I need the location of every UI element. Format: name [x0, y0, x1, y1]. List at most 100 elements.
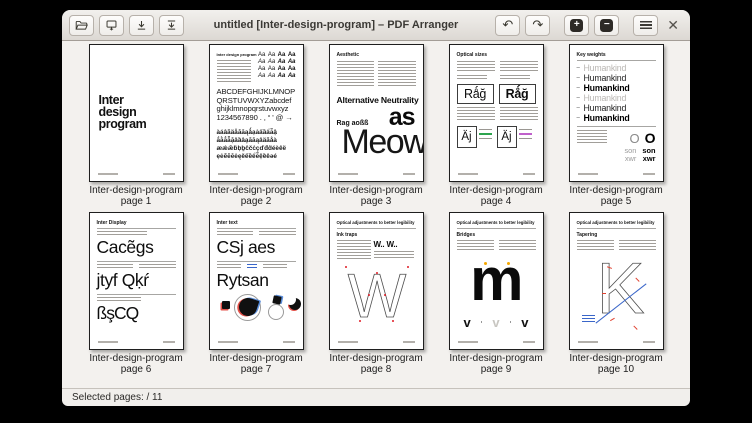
page-caption: Inter-design-programpage 7 — [209, 353, 302, 375]
square-shape — [222, 301, 230, 309]
page-footer — [218, 341, 295, 343]
section-header: Inter text — [217, 220, 296, 226]
weight-grid: AaAaAaAa AaAaAaAa AaAaAaAa AaAaAaAa — [258, 52, 296, 82]
toolbar-left — [69, 15, 184, 36]
accented-glyphs-block: àáâãäåāăąǻạảấầẩẫậ ắằẳẵặǎȁȃḁāăąâäãåà æǽǣḃ… — [217, 129, 296, 162]
page-1-thumbnail[interactable]: Inter design program — [89, 44, 184, 182]
headerbar: untitled [Inter-design-program] – PDF Ar… — [62, 10, 690, 41]
page-footer — [458, 173, 535, 175]
folder-open-icon — [75, 19, 88, 32]
import-button[interactable] — [129, 15, 154, 36]
greeked-paragraph — [577, 130, 607, 145]
specimen-title: Inter design program — [99, 95, 147, 130]
undo-icon: ↶ — [502, 19, 513, 32]
sub-header: Bridges — [457, 232, 536, 238]
page-footer — [218, 173, 295, 175]
greeked-label-with-link — [217, 264, 296, 268]
page-6-thumbnail[interactable]: Inter Display Cacẽgs jtyf Qḳŕ ßşCQ — [89, 212, 184, 350]
page-footer — [578, 173, 655, 175]
close-button[interactable]: ✕ — [663, 17, 683, 34]
greeked-columns — [457, 107, 536, 120]
page-caption: Inter-design-programpage 8 — [329, 353, 422, 375]
redo-button[interactable]: ↷ — [525, 15, 550, 36]
page-footer — [458, 341, 535, 343]
bridge-diagram: m — [457, 253, 536, 315]
section-header: Inter Display — [97, 220, 176, 226]
page-3-thumbnail[interactable]: Aesthetic Alternative Neutrality Rag aoß… — [329, 44, 424, 182]
section-header: Aesthetic — [337, 52, 416, 58]
page-footer — [578, 341, 655, 343]
greeked-columns — [337, 61, 416, 87]
greeked-paragraph — [337, 240, 371, 260]
page-thumbnail-cell: Optical adjustments to better legibility… — [556, 212, 676, 375]
page-thumbnail-cell: Inter design program Inter-design-progra… — [76, 44, 196, 207]
aj-annotated-left: Äj — [457, 126, 492, 148]
page-7-thumbnail[interactable]: Inter text CSj aes Rytsan — [209, 212, 304, 350]
save-icon — [105, 19, 118, 32]
page-footer — [338, 173, 415, 175]
zoom-out-button[interactable]: − — [594, 15, 619, 36]
page-footer — [98, 341, 175, 343]
minus-icon: − — [600, 19, 613, 32]
page-8-thumbnail[interactable]: Optical adjustments to better legibility… — [329, 212, 424, 350]
page-caption: Inter-design-programpage 5 — [569, 185, 662, 207]
meow-sample: Meow — [342, 127, 416, 158]
blue-annotation — [582, 315, 595, 324]
open-button[interactable] — [69, 15, 94, 36]
save-button[interactable] — [99, 15, 124, 36]
selected-pages-label: Selected pages: / 11 — [72, 392, 162, 403]
page-caption: Inter-design-programpage 6 — [89, 353, 182, 375]
window-title: untitled [Inter-design-program] – PDF Ar… — [182, 19, 490, 31]
metric-annotations — [479, 126, 492, 148]
glyph-sample: ßşCQ — [97, 303, 176, 323]
page-thumbnail-cell: Inter text CSj aes Rytsan — [196, 212, 316, 375]
page-thumbnail-cell: Inter Display Cacẽgs jtyf Qḳŕ ßşCQ I — [76, 212, 196, 375]
corner-shape — [272, 295, 281, 304]
glyph-detail-shapes — [217, 292, 296, 325]
statusbar: Selected pages: / 11 — [62, 388, 690, 406]
page-9-thumbnail[interactable]: Optical adjustments to better legibility… — [449, 212, 544, 350]
greeked-columns — [457, 61, 536, 79]
undo-button[interactable]: ↶ — [495, 15, 520, 36]
section-header: Optical adjustments to better legibility — [457, 220, 536, 226]
glyph-sample: Rytsan — [217, 270, 296, 290]
pages-grid: Inter design program Inter-design-progra… — [62, 41, 690, 388]
page-caption: Inter-design-programpage 2 — [209, 185, 302, 207]
page-caption: Inter-design-programpage 9 — [449, 353, 542, 375]
page-2-thumbnail[interactable]: Inter design program AaAaAaAa AaAaAaAa A… — [209, 44, 304, 182]
pdf-arranger-window: untitled [Inter-design-program] – PDF Ar… — [62, 10, 690, 406]
greeked-label — [97, 231, 176, 235]
hamburger-menu-icon — [640, 21, 652, 29]
sub-header: Ink traps — [337, 232, 416, 238]
glyph-sample: CSj aes — [217, 237, 296, 257]
arrow-down-to-line-icon — [135, 19, 148, 32]
specimen-micro-header: Inter design program — [217, 52, 253, 58]
page-footer — [98, 173, 175, 175]
page-footer — [338, 341, 415, 343]
outline-circle — [268, 304, 284, 320]
greeked-caption — [374, 251, 414, 260]
greeked-label — [97, 297, 176, 301]
redo-icon: ↷ — [532, 19, 543, 32]
text-glyph-box: Rǻğ — [499, 84, 536, 104]
greeked-paragraph — [217, 60, 251, 82]
page-10-thumbnail[interactable]: Optical adjustments to better legibility… — [569, 212, 664, 350]
greeked-labels — [97, 264, 176, 268]
main-menu-button[interactable] — [633, 15, 658, 36]
export-button[interactable] — [159, 15, 184, 36]
display-glyph-box: Rǻğ — [457, 84, 494, 104]
page-thumbnail-cell: Optical adjustments to better legibility… — [316, 212, 436, 375]
zoom-in-button[interactable]: + — [564, 15, 589, 36]
arrow-down-between-lines-icon — [165, 19, 178, 32]
section-header: Optical adjustments to better legibility — [337, 220, 416, 226]
page-caption: Inter-design-programpage 10 — [569, 353, 662, 375]
page-caption: Inter-design-programpage 4 — [449, 185, 542, 207]
weight-ladder: –Humankind –Humankind –Humankind –Humank… — [577, 64, 656, 123]
page-thumbnail-cell: Optical adjustments to better legibility… — [436, 212, 556, 375]
sub-header: Tapering — [577, 232, 656, 238]
page-5-thumbnail[interactable]: Key weights –Humankind –Humankind –Human… — [569, 44, 664, 182]
glyph-sample: Cacẽgs — [97, 237, 176, 257]
page-4-thumbnail[interactable]: Optical sizes Rǻğ Rǻğ — [449, 44, 544, 182]
v-comparison-row: v v v — [457, 316, 536, 329]
plus-icon: + — [570, 19, 583, 32]
